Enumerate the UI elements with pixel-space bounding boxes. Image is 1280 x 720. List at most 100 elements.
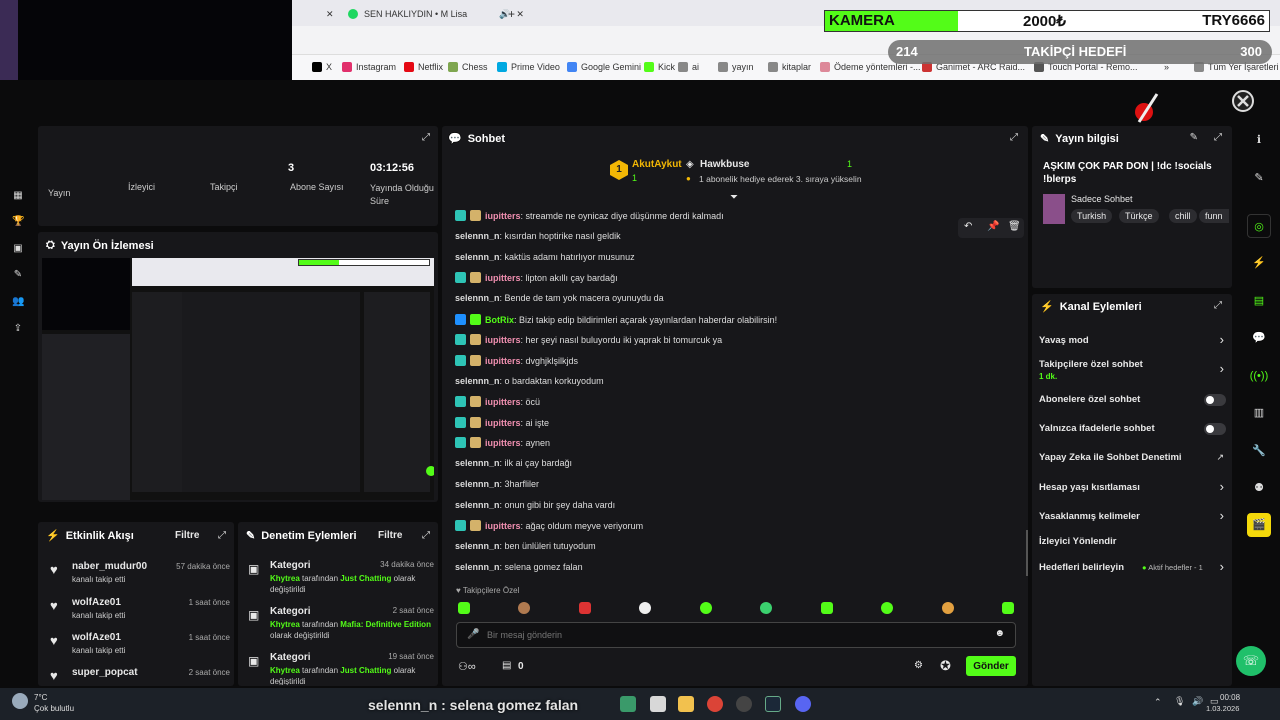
clock-time[interactable]: 00:08 [1220,693,1240,702]
bolt-icon[interactable]: ⚡ [1247,251,1271,275]
emote-icon[interactable] [458,602,470,614]
tag-chip[interactable]: Turkish [1071,209,1113,223]
broadcast-icon[interactable]: ((•)) [1247,364,1271,388]
expand-icon[interactable]: ⤢ [422,530,430,541]
action-banned-words[interactable]: Yasaklanmış kelimeler [1039,511,1140,522]
chat-username[interactable]: iupitters [485,211,521,221]
bookmark-item[interactable]: Prime Video [497,62,560,72]
chevron-right-icon[interactable]: › [1220,559,1224,574]
trophy-icon[interactable]: 🏆 [12,216,24,228]
bookmark-item[interactable]: Instagram [342,62,396,72]
clock-date[interactable]: 1.03.2026 [1206,704,1239,713]
reply-icon[interactable]: ↶ [964,221,972,232]
discord-icon[interactable] [795,696,811,712]
emote-chat-toggle[interactable] [1204,423,1226,435]
bookmark-item[interactable]: yayın [718,62,754,72]
subs-chat-toggle[interactable] [1204,394,1226,406]
chat-username[interactable]: iupitters [485,521,521,531]
layers-icon[interactable]: ▥ [1247,401,1271,425]
gifter-name[interactable]: Hawkbuse [700,159,749,170]
action-goals[interactable]: Hedefleri belirleyin [1039,562,1124,573]
new-tab-button[interactable]: + [508,3,515,25]
chat-username[interactable]: selennn_n [455,479,500,489]
users-icon[interactable]: 👥 [12,296,24,308]
users-icon[interactable]: ⚉ [1247,476,1271,500]
chat-message[interactable]: selennn_n: selena gomez falan [455,562,583,572]
expand-icon[interactable]: ⤢ [1214,132,1222,143]
tag-chip[interactable]: chill [1169,209,1197,223]
chat-username[interactable]: iupitters [485,335,521,345]
chat-message[interactable]: iupitters: lipton akıllı çay bardağı [455,272,618,283]
dashboard-icon[interactable]: ▦ [12,190,24,202]
chat-message[interactable]: iupitters: ağaç oldum meyve veriyorum [455,520,643,531]
bookmark-item[interactable]: Google Gemini [567,62,641,72]
chat-message[interactable]: BotRix: Bizi takip edip bildirimleri aça… [455,314,777,325]
chat-message[interactable]: selennn_n: ben ünlüleri tutuyodum [455,541,596,551]
users-infinity-icon[interactable]: ⚇∞ [458,660,476,673]
chat-username[interactable]: selennn_n [455,252,500,262]
chat-scrollbar[interactable] [1026,530,1028,576]
wrench-icon[interactable]: 🔧 [1247,439,1271,463]
bookmark-item[interactable]: kitaplar [768,62,811,72]
expand-icon[interactable]: ⤢ [218,530,226,541]
support-icon[interactable]: ☏ [1236,646,1266,676]
expand-icon[interactable]: ⤢ [422,132,430,143]
bookmark-item[interactable]: ai [678,62,699,72]
chevron-right-icon[interactable]: › [1220,508,1224,523]
bookmark-item[interactable]: Chess [448,62,488,72]
kick-logo-icon[interactable] [1232,90,1254,112]
tab-active[interactable]: SEN HAKLIYDIN • M Lisa 🔊 ✕ [348,3,524,25]
chat-username[interactable]: iupitters [485,418,521,428]
upload-icon[interactable]: ⇪ [12,323,24,335]
chat-message[interactable]: iupitters: öcü [455,396,540,407]
action-host[interactable]: İzleyici Yönlendir [1039,536,1116,547]
chat-message[interactable]: selennn_n: ilk ai çay bardağı [455,458,572,468]
obs-icon[interactable] [736,696,752,712]
chevron-right-icon[interactable]: › [1220,479,1224,494]
video-icon[interactable]: ▣ [12,243,24,255]
emote-icon[interactable] [579,602,591,614]
collapse-icon[interactable]: ⏷ [730,192,738,203]
app-icon[interactable] [620,696,636,712]
weather-icon[interactable] [12,693,28,709]
chat-username[interactable]: selennn_n [455,562,500,572]
emoji-icon[interactable]: ☻ [994,628,1005,639]
gifter-name[interactable]: AkutAykut [632,159,682,170]
tray-chevron-icon[interactable]: ⌃ [1154,697,1162,708]
chat-message[interactable]: selennn_n: Bende de tam yok macera oyunu… [455,293,664,303]
chat-username[interactable]: iupitters [485,273,521,283]
chat-input[interactable] [487,627,967,643]
chat-username[interactable]: selennn_n [455,500,500,510]
target-icon[interactable]: ◎ [1247,214,1271,238]
action-followers-chat[interactable]: Takipçilere özel sohbet [1039,359,1143,370]
folder-icon[interactable] [678,696,694,712]
expand-icon[interactable]: ⤢ [1214,300,1222,311]
tag-chip[interactable]: Türkçe [1119,209,1159,223]
emote-icon[interactable] [821,602,833,614]
chat-message[interactable]: iupitters: streamde ne oynicaz diye düşü… [455,210,724,221]
document-icon[interactable]: ▤ [1247,289,1271,313]
chat-message[interactable]: selennn_n: kaktüs adamı hatırlıyor musun… [455,252,635,262]
action-account-age[interactable]: Hesap yaşı kısıtlaması [1039,482,1140,493]
emote-icon[interactable] [942,602,954,614]
mod-tools-icon[interactable]: ✪ [940,658,951,674]
activity-filter-button[interactable]: Filtre [175,530,199,541]
chat-username[interactable]: iupitters [485,397,521,407]
send-button[interactable]: Gönder [966,656,1016,676]
preview-video[interactable] [42,258,434,500]
chat-username[interactable]: selennn_n [455,541,500,551]
moderation-filter-button[interactable]: Filtre [378,530,402,541]
chat-username[interactable]: selennn_n [455,231,500,241]
chat-message[interactable]: iupitters: dvghjklşilkjds [455,355,578,366]
chevron-right-icon[interactable]: › [1220,332,1224,347]
wrench-icon[interactable]: ✎ [12,269,24,281]
app-icon[interactable] [650,696,666,712]
edit-icon[interactable]: ✎ [1190,132,1198,143]
action-slow-mode[interactable]: Yavaş mod [1039,335,1089,346]
action-emote-chat[interactable]: Yalnızca ifadelerle sohbet [1039,423,1155,434]
chat-username[interactable]: iupitters [485,438,521,448]
chat-message[interactable]: selennn_n: onun gibi bir şey daha vardı [455,500,615,510]
emote-icon[interactable] [700,602,712,614]
trash-icon[interactable]: 🗑 [1008,221,1021,232]
steam-icon[interactable] [765,696,781,712]
